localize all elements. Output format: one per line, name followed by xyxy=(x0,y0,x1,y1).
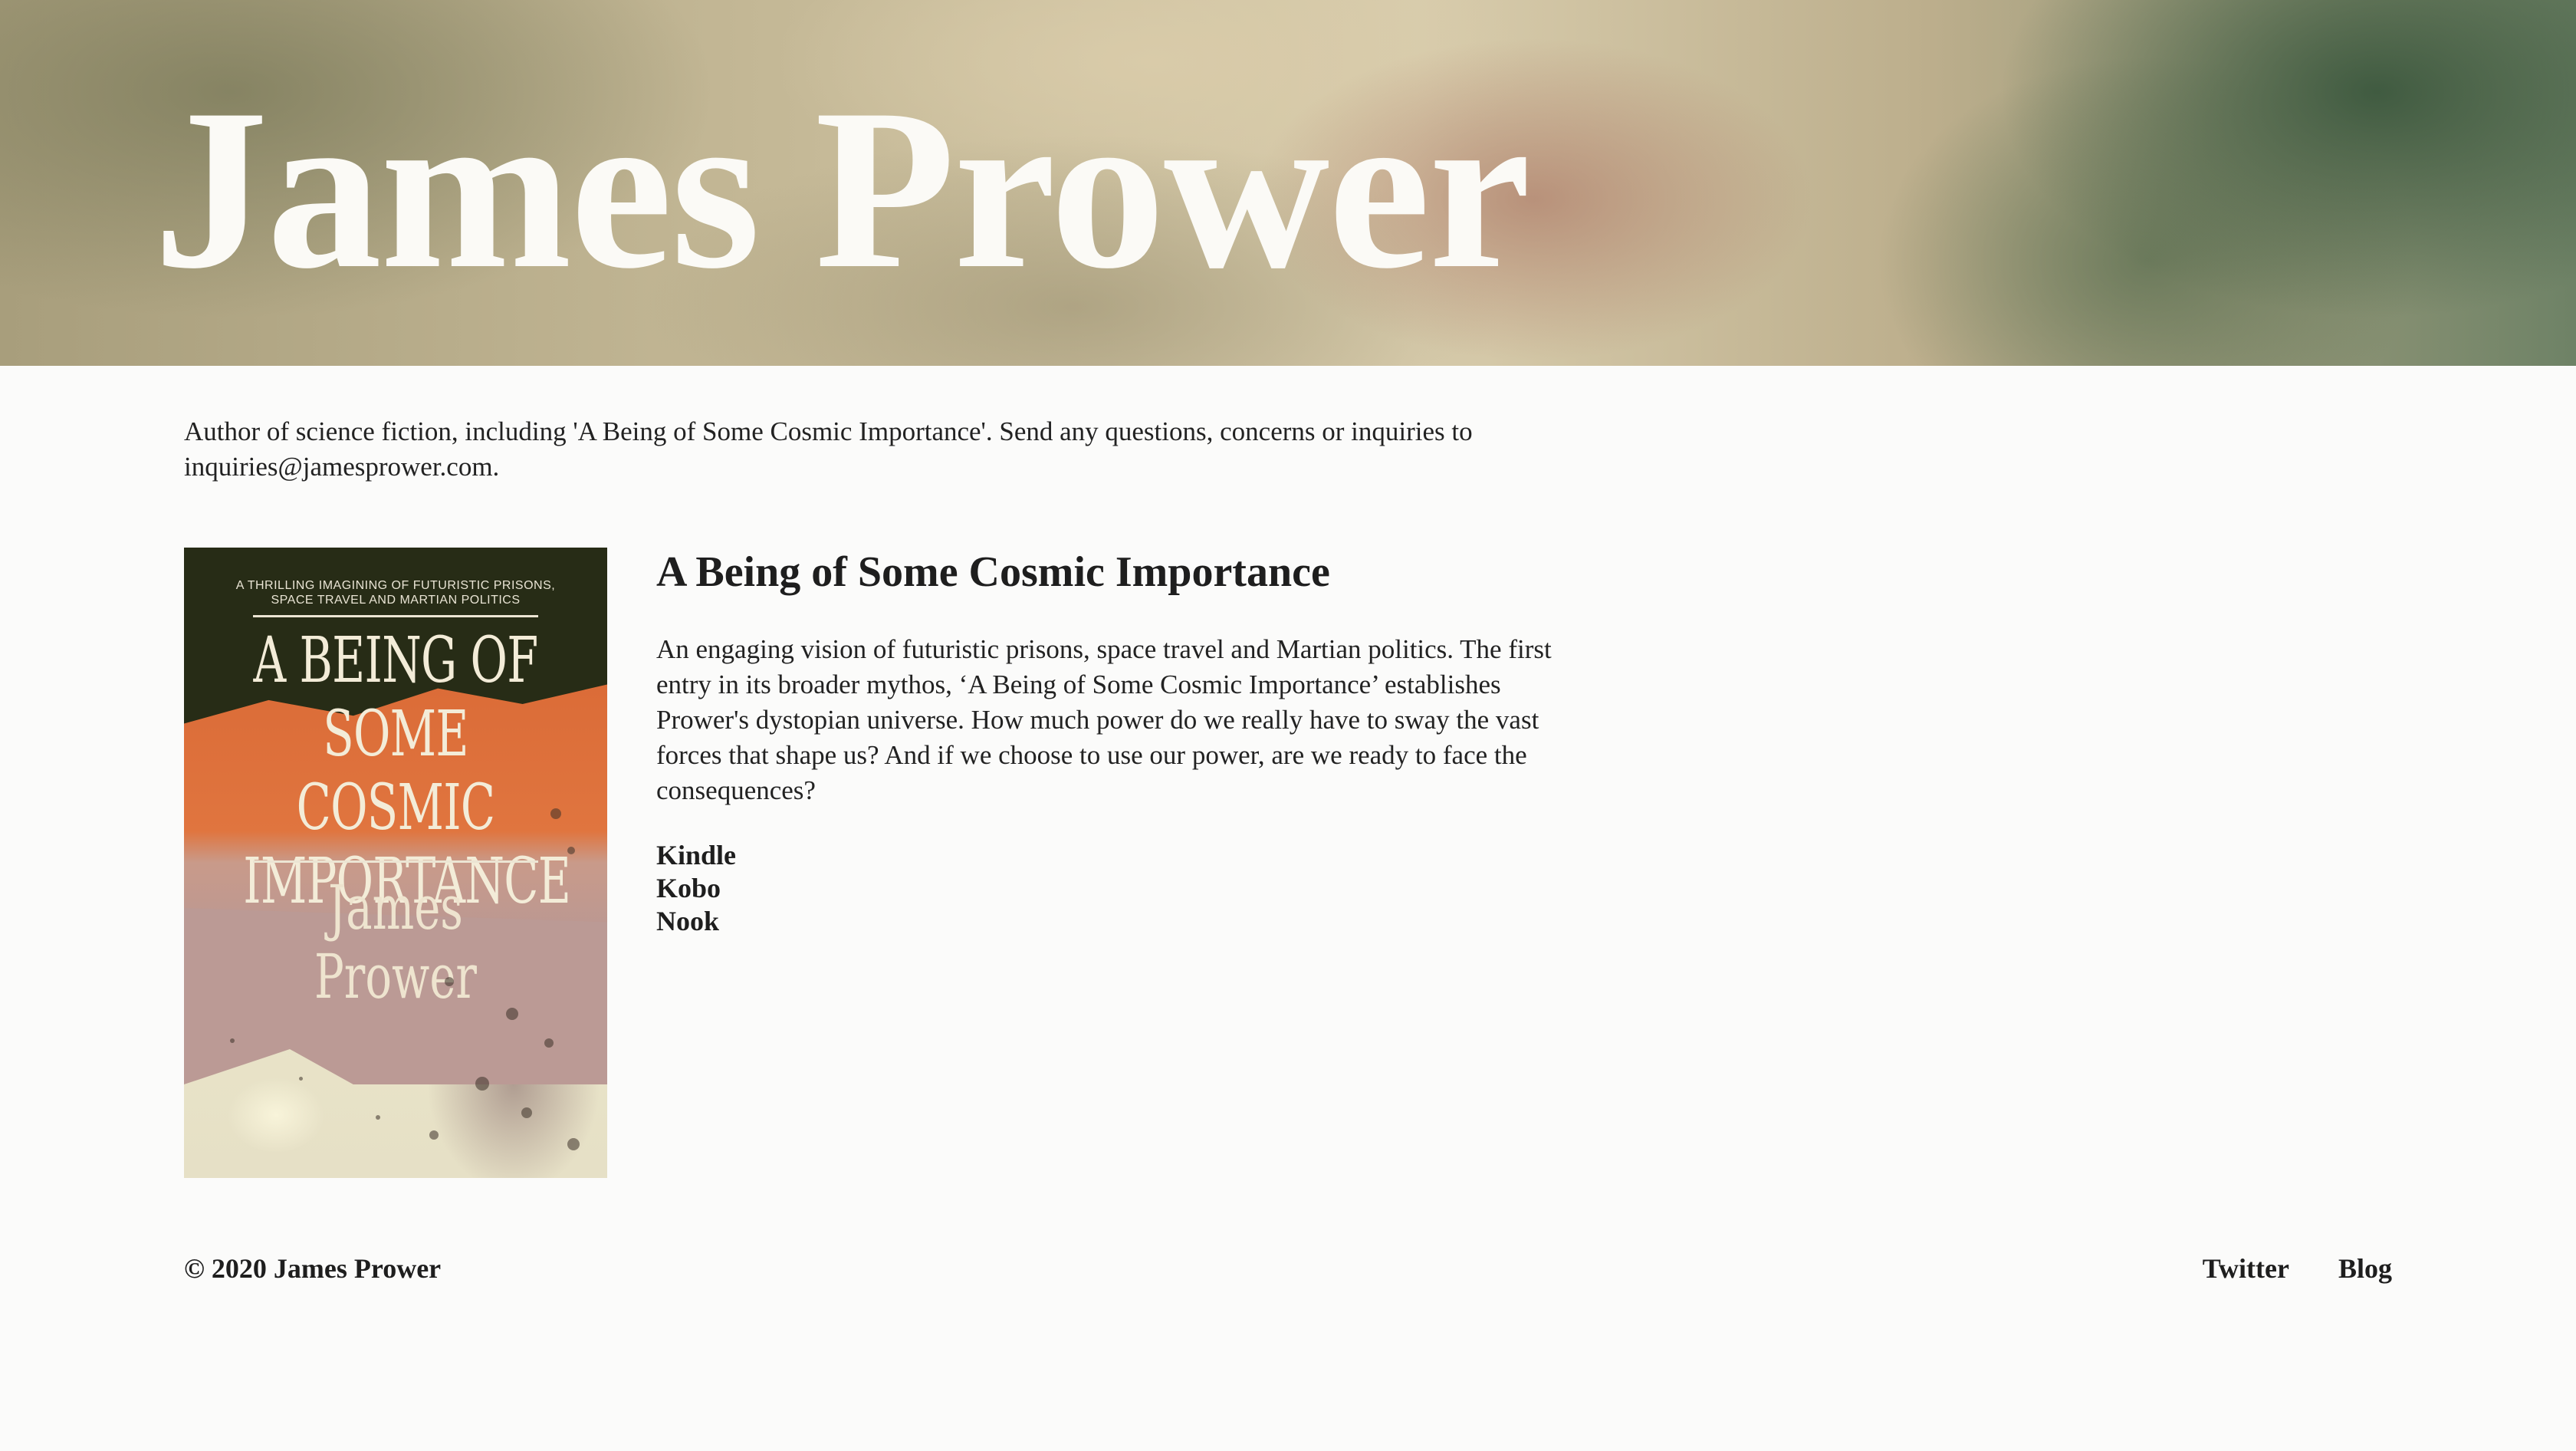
nook-link[interactable]: Nook xyxy=(656,905,1561,938)
cover-speck xyxy=(544,1038,554,1048)
cover-title-line-1: A BEING OF xyxy=(253,624,539,697)
author-intro: Author of science fiction, including 'A … xyxy=(184,416,1473,482)
cover-speck xyxy=(506,1008,518,1020)
hero-banner: James Prower xyxy=(0,0,2576,366)
cover-speck xyxy=(376,1115,380,1120)
blog-link[interactable]: Blog xyxy=(2338,1252,2392,1285)
cover-speck xyxy=(567,1138,580,1150)
book-details: A Being of Some Cosmic Importance An eng… xyxy=(656,548,1561,938)
cover-title-line-2: SOME COSMIC xyxy=(296,698,495,844)
cover-middle-rule xyxy=(253,860,538,863)
site-title[interactable]: James Prower xyxy=(153,74,1531,304)
cover-speck xyxy=(475,1077,489,1091)
twitter-link[interactable]: Twitter xyxy=(2203,1252,2289,1285)
cover-speck xyxy=(445,977,454,986)
cover-tagline-line-1: A THRILLING IMAGINING OF FUTURISTIC PRIS… xyxy=(235,579,556,592)
cover-top-rule xyxy=(253,615,538,617)
cover-tagline: A THRILLING IMAGINING OF FUTURISTIC PRIS… xyxy=(184,578,607,607)
cover-tagline-line-2: SPACE TRAVEL AND MARTIAN POLITICS xyxy=(271,594,521,607)
footer-links: Twitter Blog xyxy=(2203,1252,2392,1285)
kindle-link[interactable]: Kindle xyxy=(656,839,1561,872)
kobo-link[interactable]: Kobo xyxy=(656,872,1561,905)
cover-speck xyxy=(567,847,575,854)
footer-copyright: © 2020 James Prower xyxy=(184,1253,442,1284)
cover-speck xyxy=(521,1107,532,1118)
store-links: Kindle Kobo Nook xyxy=(656,839,1561,938)
book-cover-image: A THRILLING IMAGINING OF FUTURISTIC PRIS… xyxy=(184,548,607,1178)
cover-speck xyxy=(230,1038,235,1043)
book-description: An engaging vision of futuristic prisons… xyxy=(656,634,1552,805)
cover-speck xyxy=(299,1077,303,1081)
cover-author: James Prower xyxy=(314,872,477,1012)
book-title: A Being of Some Cosmic Importance xyxy=(656,548,1330,596)
cover-speck xyxy=(429,1130,439,1140)
cover-speck xyxy=(550,808,561,819)
